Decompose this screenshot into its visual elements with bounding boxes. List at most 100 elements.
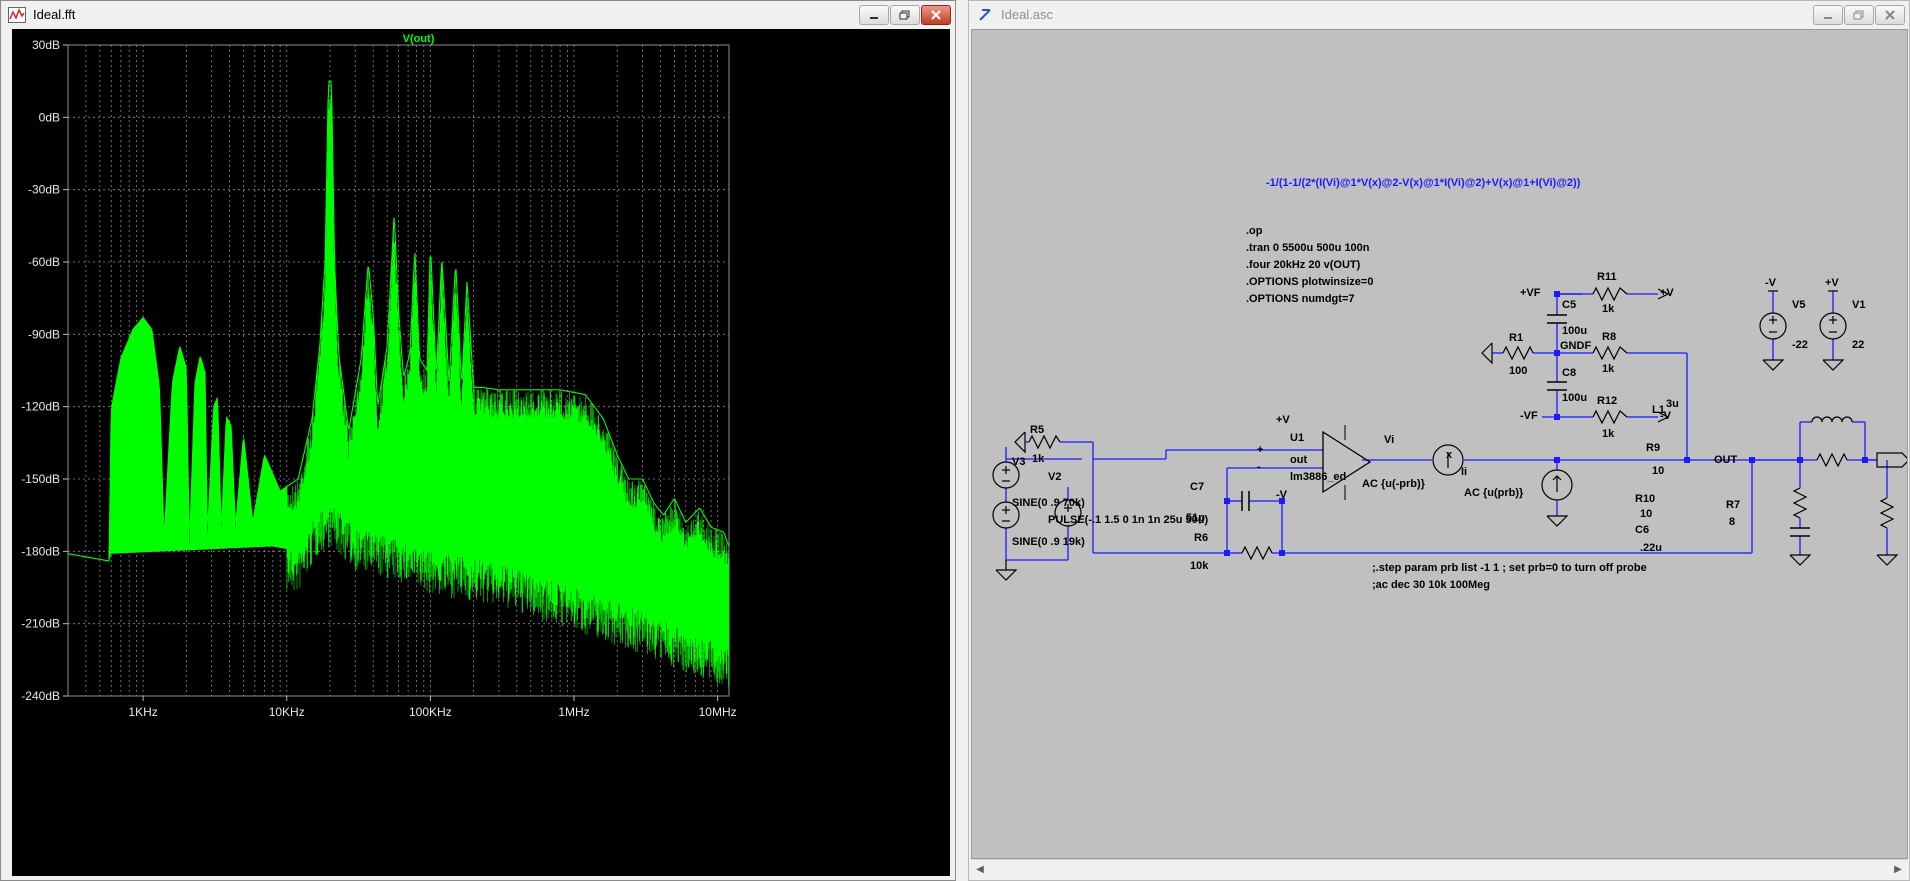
y-tick-label: -120dB <box>21 400 60 414</box>
directive-tran[interactable]: .tran 0 5500u 500u 100n <box>1246 243 1370 254</box>
schematic-window-title: Ideal.asc <box>1001 7 1054 22</box>
value-r6: 10k <box>1190 560 1209 572</box>
y-tick-label: -150dB <box>21 472 60 486</box>
trace-title[interactable]: V(out) <box>403 33 435 45</box>
label-ii: Ii <box>1461 466 1468 478</box>
comment-step[interactable]: ;.step param prb list -1 1 ; set prb=0 t… <box>1372 563 1647 574</box>
scroll-left-icon[interactable]: ◀ <box>971 860 989 878</box>
sch-maximize-button[interactable] <box>1844 5 1874 25</box>
comment-ac[interactable]: ;ac dec 30 10k 100Meg <box>1372 580 1490 591</box>
sources <box>992 312 1847 529</box>
value-ii: AC {u(prb)} <box>1464 487 1524 499</box>
value-r1: 100 <box>1509 365 1528 377</box>
restore-icon <box>1853 10 1864 20</box>
flag-v-pos: +V <box>1660 287 1674 299</box>
value-c5: 100u <box>1562 325 1588 337</box>
fft-window-title: Ideal.fft <box>33 7 76 22</box>
capacitor-c8[interactable] <box>1547 381 1567 391</box>
label-gndf: GNDF <box>1560 340 1592 352</box>
resistor-r7[interactable] <box>1879 497 1895 529</box>
fft-minimize-button[interactable] <box>859 5 889 25</box>
resistor-r10[interactable] <box>1792 487 1808 519</box>
x-tick-label: 10KHz <box>269 705 305 719</box>
minimize-icon <box>870 17 878 19</box>
power-flags <box>1657 288 1907 468</box>
directive-four[interactable]: .four 20kHz 20 v(OUT) <box>1246 260 1360 271</box>
label-r12: R12 <box>1597 395 1618 407</box>
value-v3: SINE(0 .9 70k) <box>1012 497 1085 509</box>
resistor-r12[interactable] <box>1592 409 1628 425</box>
source-ii[interactable] <box>1541 469 1573 501</box>
capacitor-c5[interactable] <box>1547 314 1567 324</box>
schematic-canvas[interactable]: -1/(1-1/(2*(I(Vi)@1*V(x)@2-V(x)@1*I(Vi)@… <box>971 29 1908 859</box>
directive-options-plotwinsize[interactable]: .OPTIONS plotwinsize=0 <box>1246 277 1373 288</box>
fft-maximize-button[interactable] <box>890 5 920 25</box>
resistor-r5[interactable] <box>1028 434 1061 450</box>
pin-vplus: +V <box>1276 414 1290 426</box>
label-r10: R10 <box>1635 493 1656 505</box>
pin-plus: + <box>1257 444 1264 456</box>
resistor-r1[interactable] <box>1502 345 1534 361</box>
source-v5[interactable] <box>1759 312 1787 340</box>
grounds <box>995 342 1899 581</box>
value-r5: 1k <box>1032 453 1045 465</box>
value-c8: 100u <box>1562 392 1588 404</box>
trace-fill <box>109 95 730 687</box>
label-r5: R5 <box>1030 424 1045 436</box>
flag-v1-top: +V <box>1825 277 1839 289</box>
schematic-window: Ideal.asc -1/(1-1/(2*(I(Vi)@1*V(x)@2-V(x… <box>968 0 1910 881</box>
label-v2: V2 <box>1048 471 1062 483</box>
fft-plot-area[interactable]: 30dB 0dB -30dB -60dB -90dB -120dB -150dB -180dB… <box>12 29 950 876</box>
capacitor-c7[interactable] <box>1241 491 1250 511</box>
flag-vf-neg: -VF <box>1520 410 1538 422</box>
sch-close-button[interactable] <box>1875 5 1905 25</box>
pin-vminus: -V <box>1276 489 1287 501</box>
resistor-r6[interactable] <box>1241 545 1273 561</box>
flag-v5-top: -V <box>1765 277 1776 289</box>
resistor-r8[interactable] <box>1592 345 1628 361</box>
sch-minimize-button[interactable] <box>1813 5 1843 25</box>
x-tick-label: 10MHz <box>699 705 737 719</box>
expression-text[interactable]: -1/(1-1/(2*(I(Vi)@1*V(x)@2-V(x)@1*I(Vi)@… <box>1266 178 1580 189</box>
close-icon <box>931 10 941 20</box>
schematic-drawing[interactable] <box>972 30 1908 859</box>
label-v5: V5 <box>1792 299 1806 311</box>
capacitors <box>1241 314 1810 537</box>
junctions <box>1224 291 1868 556</box>
value-vi: AC {u(-prb)} <box>1362 478 1425 490</box>
capacitor-c6[interactable] <box>1790 527 1810 537</box>
y-tick-label: -240dB <box>21 689 60 703</box>
value-l1: 3u <box>1666 398 1679 410</box>
schematic-titlebar[interactable]: Ideal.asc <box>969 1 1909 28</box>
waveform-icon <box>7 5 27 25</box>
label-r6: R6 <box>1194 532 1209 544</box>
resistor-r11[interactable] <box>1592 286 1628 302</box>
label-c6: C6 <box>1635 524 1650 536</box>
pin-out: out <box>1290 454 1308 466</box>
value-r10: 10 <box>1640 508 1653 520</box>
flag-vf-pos: +VF <box>1520 287 1541 299</box>
resistor-r9[interactable] <box>1816 452 1848 468</box>
label-r11: R11 <box>1597 271 1617 283</box>
fft-window: Ideal.fft 30dB 0dB -30dB -60dB -90dB -120dB -1… <box>0 0 956 881</box>
source-v1[interactable] <box>1819 312 1847 340</box>
directive-op[interactable]: .op <box>1246 226 1263 237</box>
fft-titlebar[interactable]: Ideal.fft <box>1 1 955 28</box>
schematic-hscrollbar[interactable]: ◀ ▶ <box>971 859 1907 878</box>
scroll-right-icon[interactable]: ▶ <box>1889 860 1907 878</box>
label-u1: U1 <box>1290 432 1305 444</box>
label-v1: V1 <box>1852 299 1866 311</box>
label-c5: C5 <box>1562 299 1577 311</box>
value-r9: 10 <box>1652 465 1665 477</box>
y-tick-label: -90dB <box>28 327 60 341</box>
fft-chart[interactable]: 30dB 0dB -30dB -60dB -90dB -120dB -150dB -180dB… <box>12 29 950 876</box>
fft-close-button[interactable] <box>921 5 951 25</box>
directive-options-numdgt[interactable]: .OPTIONS numdgt=7 <box>1246 294 1354 305</box>
y-tick-label: -30dB <box>28 183 60 197</box>
inductor-l1[interactable] <box>1811 416 1853 423</box>
label-r1: R1 <box>1509 332 1524 344</box>
y-tick-label: -180dB <box>21 544 60 558</box>
restore-icon <box>899 10 910 20</box>
net-x: x <box>1446 449 1453 461</box>
y-tick-label: 30dB <box>32 38 60 52</box>
